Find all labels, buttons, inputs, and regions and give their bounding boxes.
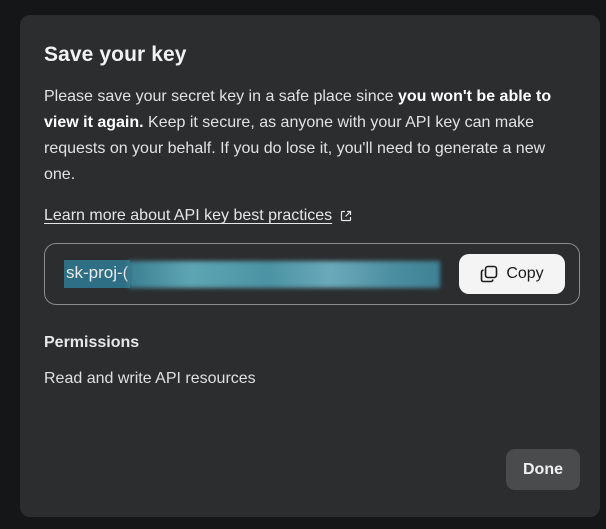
save-key-dialog: Save your key Please save your secret ke… <box>20 15 600 517</box>
secret-key-prefix[interactable]: sk-proj-( <box>64 260 131 288</box>
description-text-1: Please save your secret key in a safe pl… <box>44 88 398 105</box>
copy-button-label: Copy <box>506 265 544 282</box>
copy-button[interactable]: Copy <box>459 254 565 294</box>
copy-icon <box>481 265 498 283</box>
learn-more-link[interactable]: Learn more about API key best practices <box>44 207 352 225</box>
done-button[interactable]: Done <box>506 449 580 490</box>
external-link-icon <box>341 210 352 222</box>
dialog-description: Please save your secret key in a safe pl… <box>44 84 576 188</box>
learn-more-link-label: Learn more about API key best practices <box>44 207 333 224</box>
permissions-heading: Permissions <box>44 334 140 351</box>
secret-key-redacted <box>128 260 441 288</box>
secret-key-field[interactable]: sk-proj-( Copy <box>44 243 580 305</box>
permissions-value: Read and write API resources <box>44 370 256 387</box>
dialog-title: Save your key <box>44 43 187 66</box>
